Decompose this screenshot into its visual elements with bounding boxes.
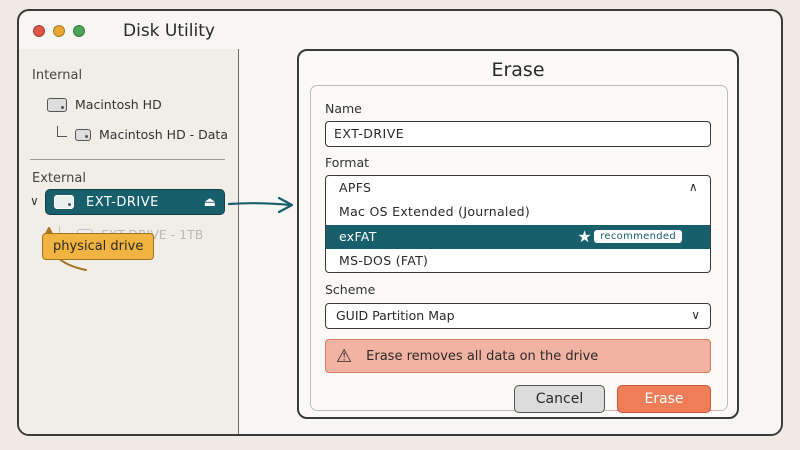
titlebar: Disk Utility (19, 11, 781, 49)
erase-button[interactable]: Erase (617, 385, 711, 413)
hard-drive-icon (47, 97, 67, 112)
format-option-exfat[interactable]: exFAT ★ recommended (326, 225, 710, 249)
scheme-select[interactable]: GUID Partition Map ∨ (325, 303, 711, 329)
eject-icon[interactable]: ⏏ (204, 195, 216, 210)
zoom-window-button[interactable] (73, 25, 85, 37)
option-label: exFAT (339, 229, 377, 244)
sidebar-item-macintosh-hd-data[interactable]: Macintosh HD - Data (57, 126, 228, 142)
scheme-label: Scheme (325, 282, 376, 297)
erase-warning-banner: ⚠ Erase removes all data on the drive (325, 339, 711, 373)
warning-text: Erase removes all data on the drive (366, 348, 599, 364)
minimize-window-button[interactable] (53, 25, 65, 37)
format-option-ms-dos[interactable]: MS-DOS (FAT) (326, 249, 710, 272)
option-label: APFS (339, 180, 372, 195)
physical-drive-callout: physical drive (42, 233, 155, 260)
sidebar-item-macintosh-hd[interactable]: Macintosh HD (47, 97, 162, 112)
internal-section-label: Internal (32, 68, 83, 83)
chevron-up-icon[interactable]: ∧ (689, 180, 698, 194)
sidebar-item-ext-drive[interactable]: EXT-DRIVE ⏏ (45, 189, 225, 215)
tree-connector (57, 126, 67, 137)
warning-icon: ⚠ (336, 345, 353, 367)
sidebar-item-label: Macintosh HD (75, 97, 162, 112)
name-input[interactable]: EXT-DRIVE (325, 121, 711, 147)
option-label: Mac OS Extended (Journaled) (339, 204, 531, 219)
sidebar-item-label: Macintosh HD - Data (99, 127, 228, 142)
format-option-mac-os-extended[interactable]: Mac OS Extended (Journaled) (326, 200, 710, 224)
name-label: Name (325, 101, 362, 116)
sidebar-item-label: EXT-DRIVE (86, 194, 159, 210)
hard-drive-icon (54, 195, 74, 209)
external-section-label: External (32, 171, 86, 186)
dialog-title: Erase (491, 59, 545, 81)
format-dropdown[interactable]: APFS ∧ Mac OS Extended (Journaled) exFAT… (325, 175, 711, 273)
option-label: MS-DOS (FAT) (339, 253, 429, 268)
cancel-button[interactable]: Cancel (514, 385, 605, 413)
format-label: Format (325, 155, 370, 170)
chevron-down-icon: ∨ (691, 308, 700, 322)
disclosure-chevron-icon[interactable]: ∨ (30, 194, 39, 208)
close-window-button[interactable] (33, 25, 45, 37)
hard-drive-icon (75, 128, 91, 141)
erase-dialog: Erase Name EXT-DRIVE Format APFS ∧ Mac O… (297, 49, 739, 419)
app-title: Disk Utility (123, 21, 215, 41)
format-option-apfs[interactable]: APFS ∧ (326, 176, 710, 200)
scheme-value: GUID Partition Map (336, 308, 455, 323)
disk-utility-window: Disk Utility Internal Macintosh HD Macin… (17, 9, 783, 436)
recommended-badge: recommended (594, 230, 682, 243)
star-icon: ★ (577, 227, 592, 246)
sidebar-divider (30, 159, 225, 160)
